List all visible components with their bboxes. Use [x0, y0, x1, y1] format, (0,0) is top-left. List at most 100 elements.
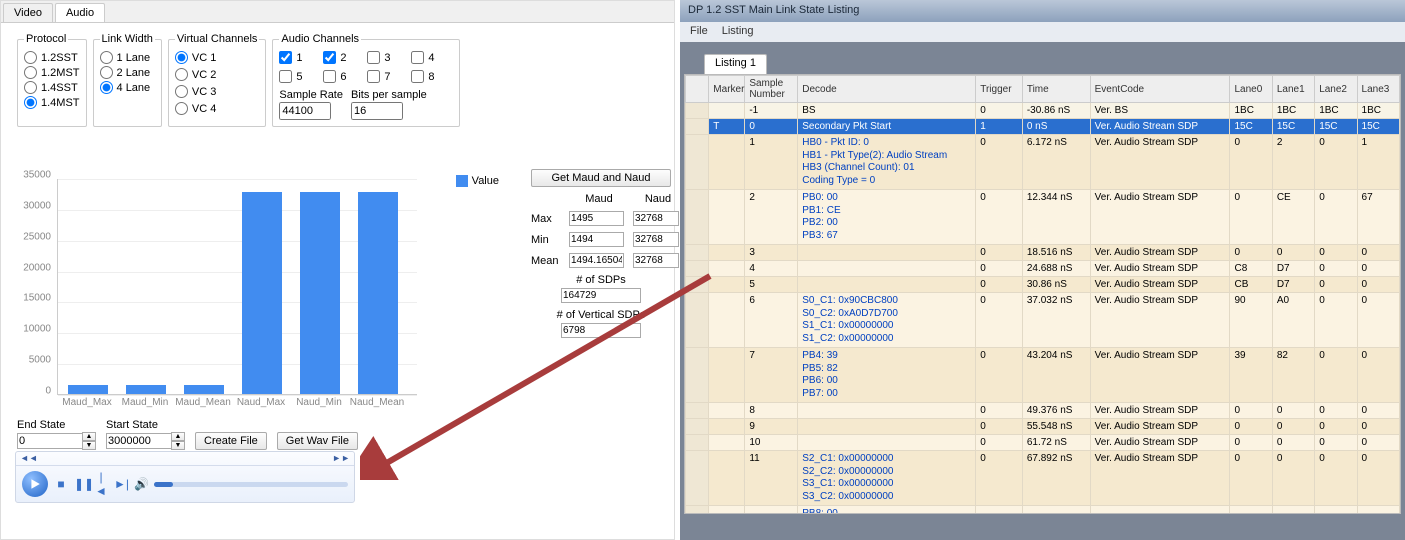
- menu-file[interactable]: File: [690, 25, 708, 39]
- stop-icon[interactable]: ■: [54, 477, 68, 491]
- column-header[interactable]: Time: [1022, 76, 1090, 103]
- tab-audio[interactable]: Audio: [55, 3, 105, 22]
- protocol-option[interactable]: 1.4MST: [24, 96, 80, 109]
- table-row[interactable]: 10061.72 nSVer. Audio Stream SDP0000: [686, 435, 1400, 451]
- virtual-channel-option[interactable]: VC 3: [175, 85, 260, 98]
- sample-rate-input[interactable]: [279, 102, 331, 120]
- cell: 0: [1315, 293, 1357, 348]
- protocol-option[interactable]: 1.4SST: [24, 81, 80, 94]
- protocol-radio[interactable]: [24, 81, 37, 94]
- get-wav-file-button[interactable]: Get Wav File: [277, 432, 358, 450]
- volume-icon[interactable]: 🔊: [134, 477, 148, 491]
- table-row[interactable]: PB8: 00: [686, 506, 1400, 515]
- column-header[interactable]: Trigger: [976, 76, 1023, 103]
- table-row[interactable]: 3018.516 nSVer. Audio Stream SDP0000: [686, 245, 1400, 261]
- virtual-channel-radio[interactable]: [175, 51, 188, 64]
- pause-icon[interactable]: ❚❚: [74, 477, 88, 491]
- virtual-channel-option[interactable]: VC 1: [175, 51, 260, 64]
- vertical-sdp-count-input[interactable]: [561, 323, 641, 338]
- audio-channel-option[interactable]: 5: [279, 70, 321, 83]
- linkwidth-option[interactable]: 2 Lane: [100, 66, 155, 79]
- next-track-icon[interactable]: ►|: [114, 477, 128, 491]
- table-row[interactable]: 5030.86 nSVer. Audio Stream SDPCBD700: [686, 277, 1400, 293]
- audio-channel-option[interactable]: 3: [367, 51, 409, 64]
- start-state-up[interactable]: ▲: [171, 432, 185, 441]
- column-header[interactable]: Lane2: [1315, 76, 1357, 103]
- audio-channel-option[interactable]: 2: [323, 51, 365, 64]
- end-state-up[interactable]: ▲: [82, 432, 96, 441]
- audio-channel-check[interactable]: [411, 70, 424, 83]
- audio-channel-option[interactable]: 7: [367, 70, 409, 83]
- table-row[interactable]: 11S2_C1: 0x00000000 S2_C2: 0x00000000 S3…: [686, 451, 1400, 506]
- audio-channel-check[interactable]: [411, 51, 424, 64]
- listing-grid[interactable]: MarkerSample NumberDecodeTriggerTimeEven…: [684, 74, 1401, 514]
- protocol-radio[interactable]: [24, 51, 37, 64]
- audio-channel-option[interactable]: 4: [411, 51, 453, 64]
- audio-channel-option[interactable]: 8: [411, 70, 453, 83]
- seek-bar[interactable]: [154, 482, 348, 487]
- get-maud-naud-button[interactable]: Get Maud and Naud: [531, 169, 671, 187]
- bits-per-sample-input[interactable]: [351, 102, 403, 120]
- linkwidth-radio[interactable]: [100, 66, 113, 79]
- player-rewind-icon[interactable]: ◄◄: [20, 453, 38, 464]
- protocol-option[interactable]: 1.2MST: [24, 66, 80, 79]
- table-row[interactable]: 4024.688 nSVer. Audio Stream SDPC8D700: [686, 261, 1400, 277]
- audio-channel-check[interactable]: [323, 70, 336, 83]
- stat-maud-input[interactable]: [569, 232, 624, 247]
- audio-channel-check[interactable]: [367, 51, 380, 64]
- column-header[interactable]: Lane1: [1272, 76, 1314, 103]
- table-row[interactable]: 9055.548 nSVer. Audio Stream SDP0000: [686, 419, 1400, 435]
- linkwidth-radio[interactable]: [100, 51, 113, 64]
- end-state-input[interactable]: [17, 433, 83, 449]
- table-row[interactable]: 1HB0 - Pkt ID: 0 HB1 - Pkt Type(2): Audi…: [686, 135, 1400, 190]
- linkwidth-option[interactable]: 4 Lane: [100, 81, 155, 94]
- stat-naud-input[interactable]: [633, 232, 679, 247]
- audio-channel-check[interactable]: [367, 70, 380, 83]
- end-state-down[interactable]: ▼: [82, 441, 96, 450]
- column-header[interactable]: Decode: [798, 76, 976, 103]
- stat-maud-input[interactable]: [569, 211, 624, 226]
- cell: [709, 403, 745, 419]
- virtual-channel-radio[interactable]: [175, 85, 188, 98]
- play-button[interactable]: [22, 471, 48, 497]
- create-file-button[interactable]: Create File: [195, 432, 267, 450]
- linkwidth-radio[interactable]: [100, 81, 113, 94]
- virtual-channel-option[interactable]: VC 4: [175, 102, 260, 115]
- table-row[interactable]: 8049.376 nSVer. Audio Stream SDP0000: [686, 403, 1400, 419]
- column-header[interactable]: Sample Number: [745, 76, 798, 103]
- stat-maud-input[interactable]: [569, 253, 624, 268]
- listing-tab-1[interactable]: Listing 1: [704, 54, 767, 74]
- table-row[interactable]: -1BS0-30.86 nSVer. BS1BC1BC1BC1BC: [686, 103, 1400, 119]
- prev-track-icon[interactable]: |◄: [94, 470, 108, 498]
- menu-listing[interactable]: Listing: [722, 25, 754, 39]
- start-state-input[interactable]: [106, 433, 172, 449]
- audio-channel-check[interactable]: [323, 51, 336, 64]
- start-state-down[interactable]: ▼: [171, 441, 185, 450]
- protocol-radio[interactable]: [24, 96, 37, 109]
- virtual-channel-radio[interactable]: [175, 68, 188, 81]
- protocol-option[interactable]: 1.2SST: [24, 51, 80, 64]
- protocol-radio[interactable]: [24, 66, 37, 79]
- column-header[interactable]: Lane3: [1357, 76, 1399, 103]
- sdp-count-input[interactable]: [561, 288, 641, 303]
- linkwidth-option[interactable]: 1 Lane: [100, 51, 155, 64]
- table-row[interactable]: 7PB4: 39 PB5: 82 PB6: 00 PB7: 00043.204 …: [686, 348, 1400, 403]
- player-forward-icon[interactable]: ►►: [332, 453, 350, 464]
- virtual-channel-radio[interactable]: [175, 102, 188, 115]
- audio-channel-option[interactable]: 6: [323, 70, 365, 83]
- column-header[interactable]: Lane0: [1230, 76, 1272, 103]
- audio-channel-option[interactable]: 1: [279, 51, 321, 64]
- column-header[interactable]: Marker: [709, 76, 745, 103]
- audio-channel-check[interactable]: [279, 70, 292, 83]
- table-row[interactable]: T0Secondary Pkt Start10 nSVer. Audio Str…: [686, 119, 1400, 135]
- audio-channel-check[interactable]: [279, 51, 292, 64]
- stat-naud-input[interactable]: [633, 253, 679, 268]
- table-row[interactable]: 6S0_C1: 0x90CBC800 S0_C2: 0xA0D7D700 S1_…: [686, 293, 1400, 348]
- stat-naud-input[interactable]: [633, 211, 679, 226]
- tab-video[interactable]: Video: [3, 3, 53, 22]
- table-row[interactable]: 2PB0: 00 PB1: CE PB2: 00 PB3: 67012.344 …: [686, 190, 1400, 245]
- column-header[interactable]: EventCode: [1090, 76, 1230, 103]
- column-header[interactable]: [686, 76, 709, 103]
- cell: Ver. Audio Stream SDP: [1090, 403, 1230, 419]
- virtual-channel-option[interactable]: VC 2: [175, 68, 260, 81]
